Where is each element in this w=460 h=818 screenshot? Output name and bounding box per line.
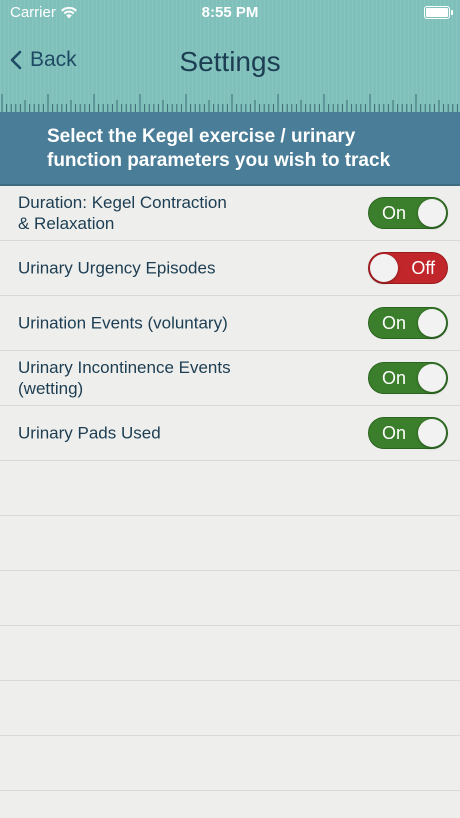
banner-line-2: function parameters you wish to track: [47, 150, 391, 171]
setting-label-line-1: Urinary Incontinence Events: [18, 358, 231, 377]
toggle-knob: [418, 199, 446, 227]
instruction-banner: Select the Kegel exercise / urinary func…: [0, 112, 460, 186]
toggle-state-label: On: [382, 368, 407, 388]
status-time: 8:55 PM: [201, 4, 259, 21]
incontinence-events-toggle[interactable]: On: [368, 362, 448, 394]
empty-list-area: [0, 461, 460, 818]
header: Carrier 8:55 PM Back Settings: [0, 0, 460, 112]
ruler-decoration: [1, 94, 458, 112]
setting-label: Urinary Pads Used: [18, 423, 268, 444]
toggle-state-label: Off: [411, 258, 435, 278]
toggle-state-label: On: [382, 313, 407, 333]
setting-row-kegel-duration: Duration: Kegel Contraction & Relaxation…: [0, 186, 460, 241]
setting-row-pads-used: Urinary Pads Used On: [0, 406, 460, 461]
navigation-bar: Back Settings: [0, 40, 460, 86]
setting-label: Urination Events (voluntary): [18, 313, 268, 334]
toggle-knob: [418, 419, 446, 447]
urgency-episodes-toggle[interactable]: Off: [368, 252, 448, 284]
status-bar: Carrier 8:55 PM: [0, 0, 460, 28]
pads-used-toggle[interactable]: On: [368, 417, 448, 449]
setting-row-urgency-episodes: Urinary Urgency Episodes Off: [0, 241, 460, 296]
setting-label-line-1: Urinary Pads Used: [18, 423, 161, 443]
toggle-state-label: On: [382, 203, 407, 223]
urination-events-toggle[interactable]: On: [368, 307, 448, 339]
toggle-state-label: On: [382, 423, 407, 443]
settings-list: Duration: Kegel Contraction & Relaxation…: [0, 186, 460, 461]
banner-line-1: Select the Kegel exercise / urinary: [47, 126, 356, 147]
setting-label-line-2: (wetting): [18, 379, 84, 398]
setting-row-incontinence-events: Urinary Incontinence Events (wetting) On: [0, 351, 460, 406]
setting-label-line-1: Urination Events (voluntary): [18, 313, 228, 333]
setting-label-line-2: & Relaxation: [18, 214, 115, 233]
setting-label-line-1: Urinary Urgency Episodes: [18, 258, 216, 278]
setting-label-line-1: Duration: Kegel Contraction: [18, 193, 227, 212]
toggle-knob: [418, 309, 446, 337]
battery-icon: [424, 6, 453, 19]
setting-label: Urinary Incontinence Events (wetting): [18, 357, 268, 399]
kegel-duration-toggle[interactable]: On: [368, 197, 448, 229]
setting-row-urination-events: Urination Events (voluntary) On: [0, 296, 460, 351]
page-title: Settings: [179, 46, 281, 77]
setting-label: Urinary Urgency Episodes: [18, 258, 268, 279]
setting-label: Duration: Kegel Contraction & Relaxation: [18, 192, 268, 234]
toggle-knob: [418, 364, 446, 392]
toggle-knob: [370, 254, 398, 282]
